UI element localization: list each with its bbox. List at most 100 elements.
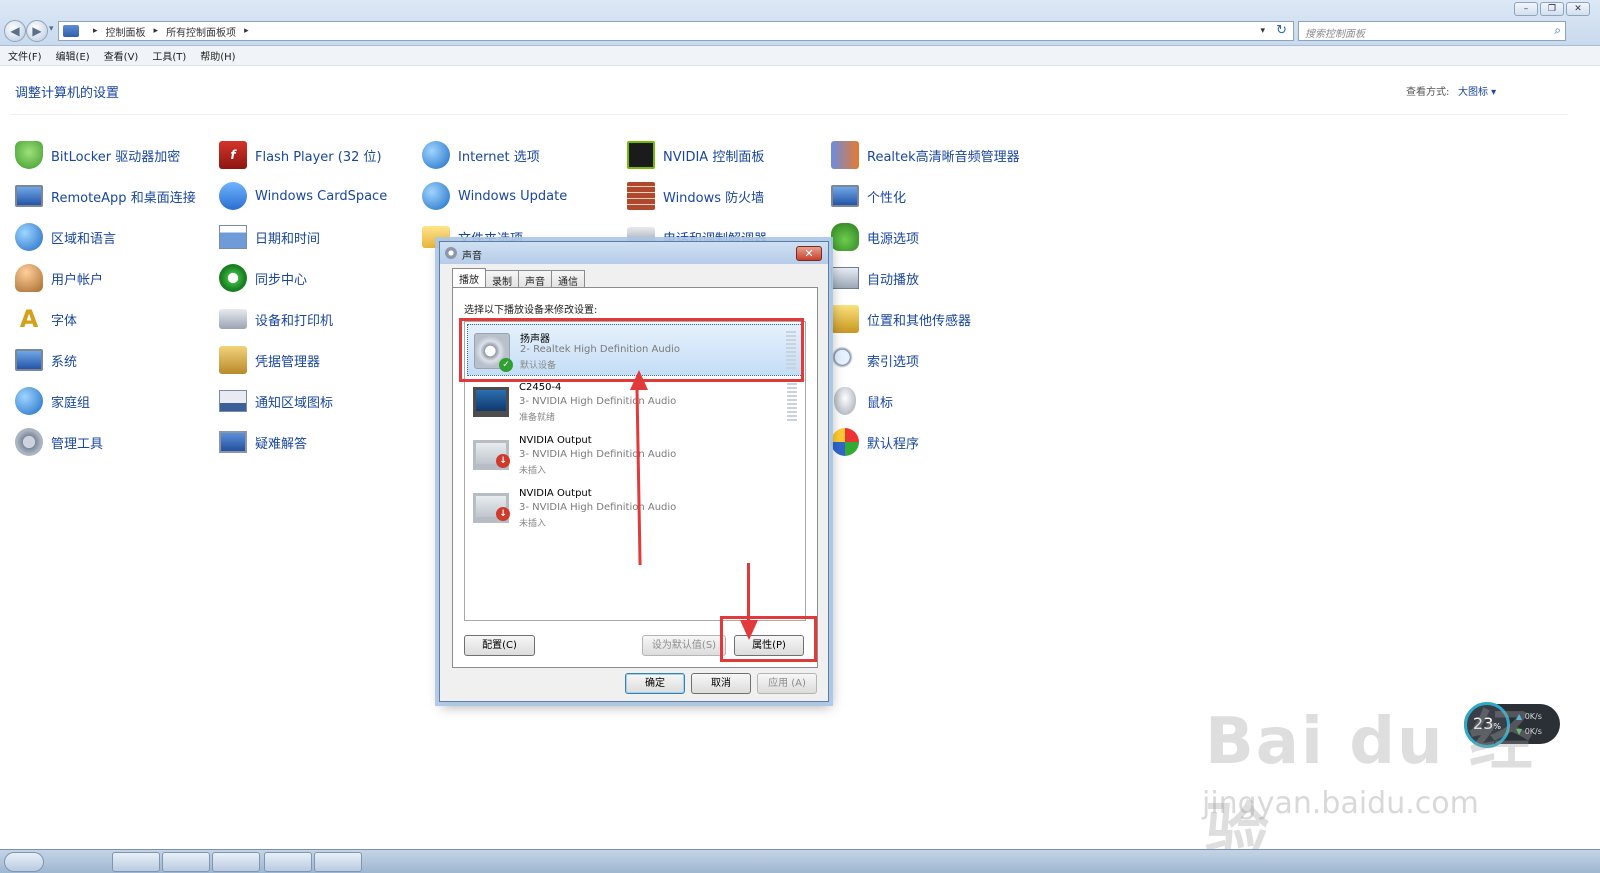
cp-item-notification-icons[interactable]: 通知区域图标: [219, 387, 333, 415]
breadcrumb-control-panel[interactable]: 控制面板: [106, 24, 146, 39]
cp-item-indexing-options[interactable]: 索引选项: [831, 346, 919, 374]
speaker-icon: [445, 247, 457, 259]
chevron-right-icon[interactable]: ▸: [93, 26, 98, 36]
configure-button[interactable]: 配置(C): [464, 635, 535, 656]
window-controls: – ❐ ✕: [1514, 2, 1590, 16]
dialog-title-bar[interactable]: 声音 ✕: [440, 242, 828, 264]
cp-item-internet-options[interactable]: Internet 选项: [422, 141, 540, 169]
menu-file[interactable]: 文件(F): [8, 48, 42, 63]
taskbar-item-ie[interactable]: [112, 852, 160, 872]
printer-icon: [219, 309, 247, 329]
taskbar-item-control-panel[interactable]: [264, 852, 312, 872]
cp-item-fonts[interactable]: A 字体: [15, 305, 77, 333]
tab-sounds[interactable]: 声音: [518, 270, 552, 288]
device-row-nvidia-output-2[interactable]: ↓ NVIDIA Output 3- NVIDIA High Definitio…: [467, 483, 803, 535]
dialog-close-button[interactable]: ✕: [796, 246, 822, 261]
set-default-button[interactable]: 设为默认值(S): [642, 635, 726, 656]
cp-item-realtek-audio[interactable]: Realtek高清晰音频管理器: [831, 141, 1020, 169]
cp-item-region-language[interactable]: 区域和语言: [15, 223, 116, 251]
menu-view[interactable]: 查看(V): [104, 48, 139, 63]
search-input[interactable]: 搜索控制面板 ⌕: [1298, 21, 1566, 41]
sensor-icon: [831, 305, 859, 333]
tab-recording[interactable]: 录制: [485, 270, 519, 288]
chevron-right-icon[interactable]: ▸: [244, 26, 249, 36]
forward-button[interactable]: ▶: [26, 20, 48, 42]
view-by-dropdown[interactable]: 大图标 ▾: [1458, 83, 1496, 98]
cp-item-windows-firewall[interactable]: Windows 防火墙: [627, 182, 764, 210]
default-programs-icon: [831, 428, 859, 456]
monitor-icon: [15, 185, 43, 207]
flash-icon: f: [219, 141, 247, 169]
cp-item-label: 管理工具: [51, 436, 104, 452]
dialog-instruction: 选择以下播放设备来修改设置:: [464, 305, 598, 316]
cp-item-power-options[interactable]: 电源选项: [831, 223, 919, 251]
menu-edit[interactable]: 编辑(E): [56, 48, 90, 63]
device-row-nvidia-output-1[interactable]: ↓ NVIDIA Output 3- NVIDIA High Definitio…: [467, 430, 803, 482]
cp-item-location-sensors[interactable]: 位置和其他传感器: [831, 305, 971, 333]
cp-item-bitlocker[interactable]: BitLocker 驱动器加密: [15, 141, 180, 169]
tray-icon: [219, 390, 247, 412]
mouse-icon: [834, 387, 856, 415]
minimize-button[interactable]: –: [1514, 2, 1538, 16]
device-name: NVIDIA Output: [519, 488, 592, 499]
start-button[interactable]: [4, 852, 44, 872]
taskbar-item-sound[interactable]: [314, 852, 362, 872]
cp-item-homegroup[interactable]: 家庭组: [15, 387, 90, 415]
cp-item-label: 同步中心: [255, 272, 308, 288]
taskbar-item-explorer[interactable]: [162, 852, 210, 872]
arrow-down-shaft: [747, 563, 750, 623]
view-by-label: 查看方式:: [1406, 87, 1450, 98]
restore-button[interactable]: ❐: [1540, 2, 1564, 16]
cp-item-label: 疑难解答: [255, 436, 308, 452]
cp-item-personalization[interactable]: 个性化: [831, 182, 906, 210]
taskbar: [0, 849, 1600, 873]
cp-item-sync-center[interactable]: 同步中心: [219, 264, 307, 292]
tab-playback[interactable]: 播放: [452, 268, 486, 287]
taskbar-item-media[interactable]: [212, 852, 260, 872]
tab-communications[interactable]: 通信: [551, 270, 585, 288]
cp-item-devices-printers[interactable]: 设备和打印机: [219, 305, 333, 333]
font-icon: A: [19, 305, 39, 333]
cp-item-nvidia-control-panel[interactable]: NVIDIA 控制面板: [627, 141, 764, 169]
close-button[interactable]: ✕: [1566, 2, 1590, 16]
breadcrumb-all-items[interactable]: 所有控制面板项: [166, 24, 236, 39]
cp-item-mouse[interactable]: 鼠标: [831, 387, 893, 415]
cp-item-autoplay[interactable]: 自动播放: [831, 264, 919, 292]
globe-icon: [15, 223, 43, 251]
cp-item-troubleshooting[interactable]: 疑难解答: [219, 428, 307, 456]
address-dropdown-icon[interactable]: ▾: [1260, 26, 1265, 36]
arrow-down-icon: [740, 620, 758, 640]
unplugged-icon: ↓: [496, 454, 510, 468]
back-button[interactable]: ◀: [4, 20, 26, 42]
globe-icon: [422, 141, 450, 169]
baidu-watermark-url: jingyan.baidu.com: [1202, 786, 1479, 821]
cp-item-admin-tools[interactable]: 管理工具: [15, 428, 103, 456]
cp-item-date-time[interactable]: 日期和时间: [219, 223, 320, 251]
cancel-button[interactable]: 取消: [691, 673, 751, 694]
ok-button[interactable]: 确定: [625, 673, 685, 694]
chevron-right-icon[interactable]: ▸: [154, 26, 159, 36]
cp-item-system[interactable]: 系统: [15, 346, 77, 374]
refresh-icon[interactable]: ↻: [1276, 23, 1287, 38]
cp-item-cardspace[interactable]: Windows CardSpace: [219, 182, 387, 210]
monitor-icon: [831, 185, 859, 207]
apply-button[interactable]: 应用 (A): [757, 673, 817, 694]
menu-tools[interactable]: 工具(T): [152, 48, 186, 63]
cp-item-credential-manager[interactable]: 凭据管理器: [219, 346, 320, 374]
history-dropdown-icon[interactable]: ▾: [49, 24, 54, 34]
cp-item-remoteapp[interactable]: RemoteApp 和桌面连接: [15, 182, 196, 210]
menu-help[interactable]: 帮助(H): [200, 48, 235, 63]
cp-item-label: NVIDIA 控制面板: [663, 149, 765, 165]
unplugged-icon: ↓: [496, 507, 510, 521]
globe-icon: [422, 182, 450, 210]
cp-item-label: 字体: [51, 313, 78, 329]
device-status: 未插入: [519, 466, 547, 476]
cp-item-windows-update[interactable]: Windows Update: [422, 182, 567, 210]
search-icon[interactable]: ⌕: [1554, 23, 1561, 38]
monitor-icon: ↓: [473, 440, 510, 470]
cp-item-flash-player[interactable]: f Flash Player (32 位): [219, 141, 382, 169]
cp-item-default-programs[interactable]: 默认程序: [831, 428, 919, 456]
device-desc: 3- NVIDIA High Definition Audio: [519, 396, 677, 407]
address-bar[interactable]: ▸ 控制面板 ▸ 所有控制面板项 ▸ ▾ ↻: [58, 21, 1294, 41]
cp-item-user-accounts[interactable]: 用户帐户: [15, 264, 103, 292]
